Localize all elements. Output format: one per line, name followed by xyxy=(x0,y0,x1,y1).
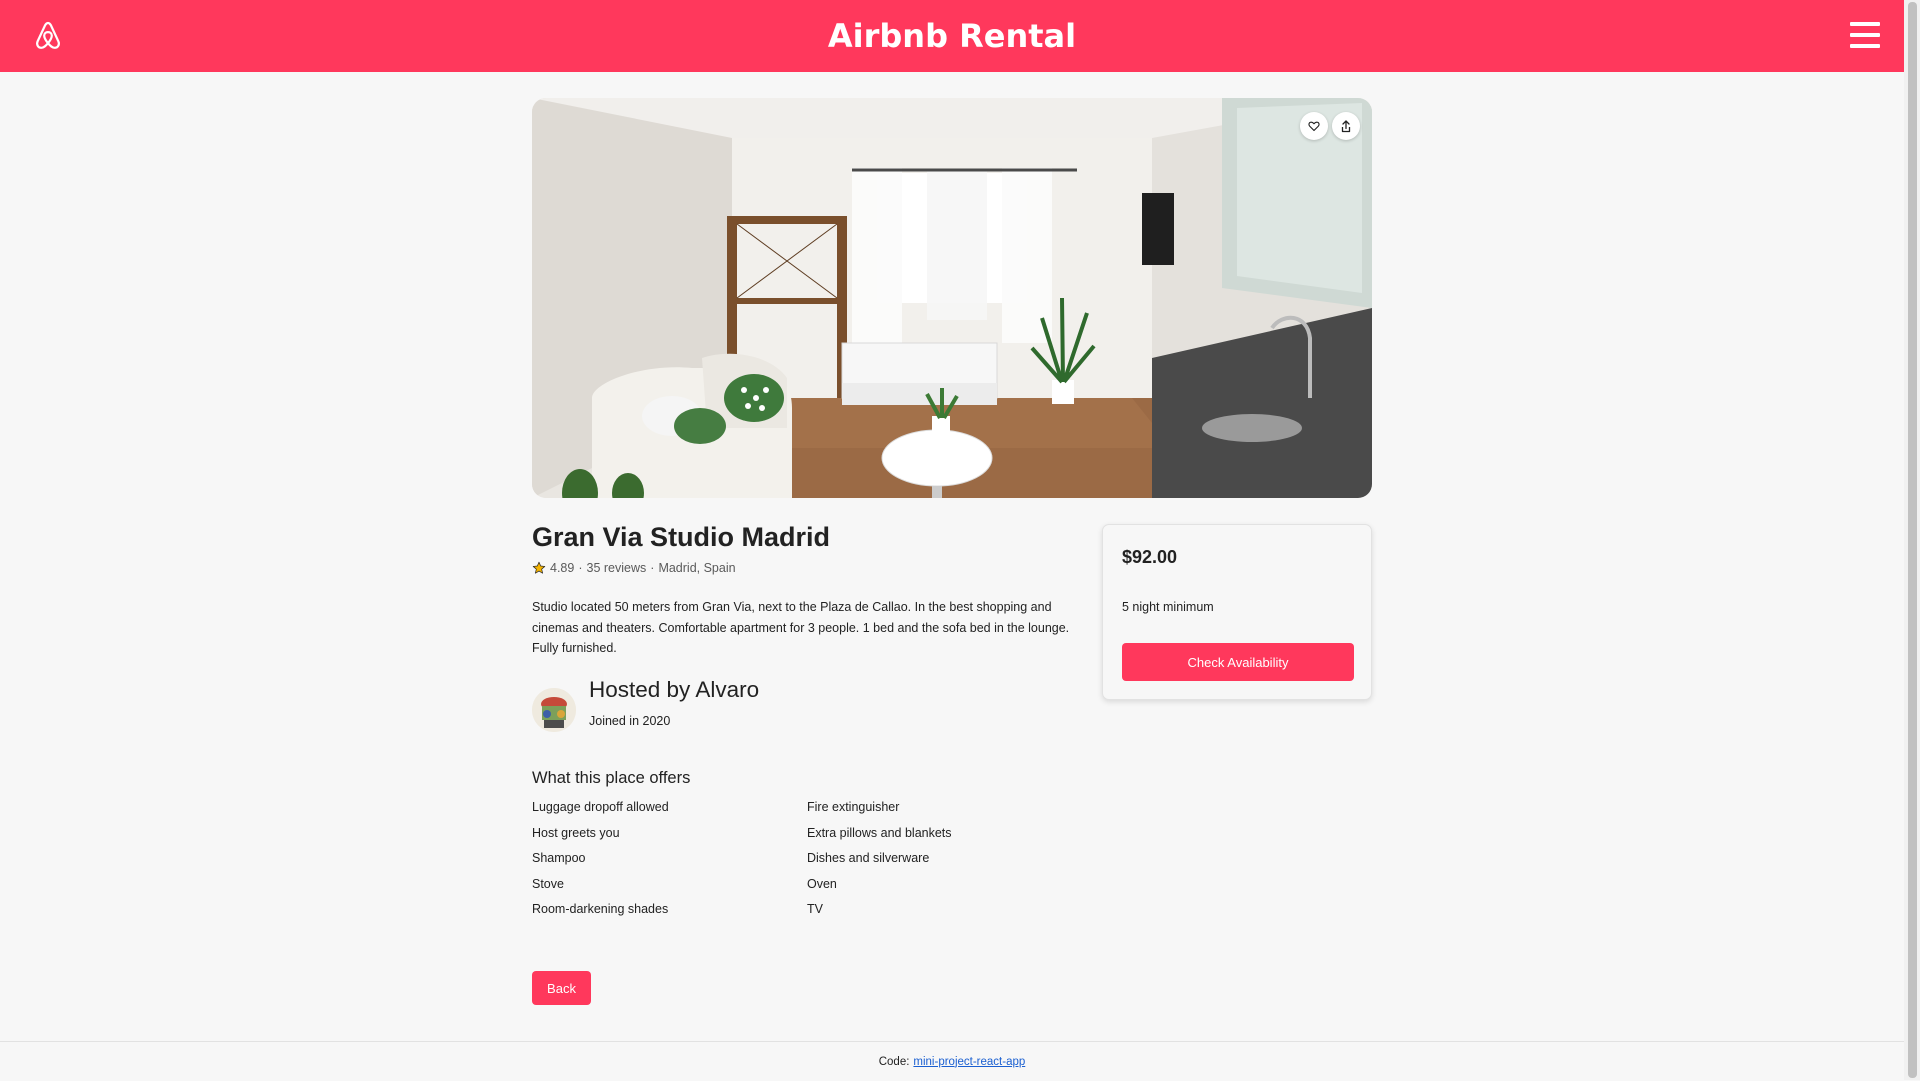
heart-icon[interactable] xyxy=(1300,112,1328,140)
listing-meta: 4.89 · 35 reviews · Madrid, Spain xyxy=(532,561,736,575)
rating-value: 4.89 xyxy=(550,561,575,575)
amenities-list: Luggage dropoff allowed Fire extinguishe… xyxy=(532,800,1012,928)
amenity-item: Host greets you xyxy=(532,825,620,840)
listing-title: Gran Via Studio Madrid xyxy=(532,522,831,552)
amenity-item: Fire extinguisher xyxy=(807,800,900,814)
meta-separator: · xyxy=(650,561,655,575)
app-title: Airbnb Rental xyxy=(827,17,1077,55)
app-header: Airbnb Rental xyxy=(0,0,1904,72)
host-name: Hosted by Alvaro xyxy=(589,677,760,702)
amenity-item: Luggage dropoff allowed xyxy=(532,800,669,814)
meta-separator: · xyxy=(578,561,583,575)
listing-location: Madrid, Spain xyxy=(658,561,736,575)
amenity-item: TV xyxy=(807,902,823,916)
amenity-item: Shampoo xyxy=(532,851,586,865)
amenity-item: Room-darkening shades xyxy=(532,902,669,916)
share-icon[interactable] xyxy=(1332,112,1360,140)
amenity-item: Stove xyxy=(532,876,564,891)
back-button[interactable]: Back xyxy=(532,971,591,1005)
amenity-item: Dishes and silverware xyxy=(807,851,930,865)
host-joined-date: Joined in 2020 xyxy=(589,714,671,728)
vertical-scrollbar[interactable] xyxy=(1904,0,1920,1080)
host-avatar xyxy=(532,688,576,732)
listing-photo-illustration xyxy=(532,98,1372,498)
check-availability-button[interactable]: Check Availability xyxy=(1122,643,1354,681)
listing-photo xyxy=(532,98,1372,498)
star-icon xyxy=(532,561,546,574)
airbnb-logo-icon[interactable] xyxy=(33,20,63,52)
listing-description: Studio located 50 meters from Gran Via, … xyxy=(532,600,1070,655)
minimum-stay: 5 night minimum xyxy=(1122,600,1214,614)
hamburger-menu-icon[interactable] xyxy=(1850,22,1880,48)
footer-prefix: Code: xyxy=(878,1055,910,1068)
booking-card: $92.00 5 night minimum Check Availabilit… xyxy=(1102,524,1372,700)
review-count[interactable]: 35 reviews xyxy=(587,561,647,575)
amenity-item: Oven xyxy=(807,876,837,891)
amenity-item: Extra pillows and blankets xyxy=(807,825,952,840)
scrollbar-thumb[interactable] xyxy=(1908,2,1917,1078)
amenities-heading: What this place offers xyxy=(532,769,691,787)
source-code-link[interactable]: mini-project-react-app xyxy=(913,1056,1025,1068)
nightly-price: $92.00 xyxy=(1122,547,1178,567)
page-footer: Code: mini-project-react-app xyxy=(0,1041,1904,1081)
